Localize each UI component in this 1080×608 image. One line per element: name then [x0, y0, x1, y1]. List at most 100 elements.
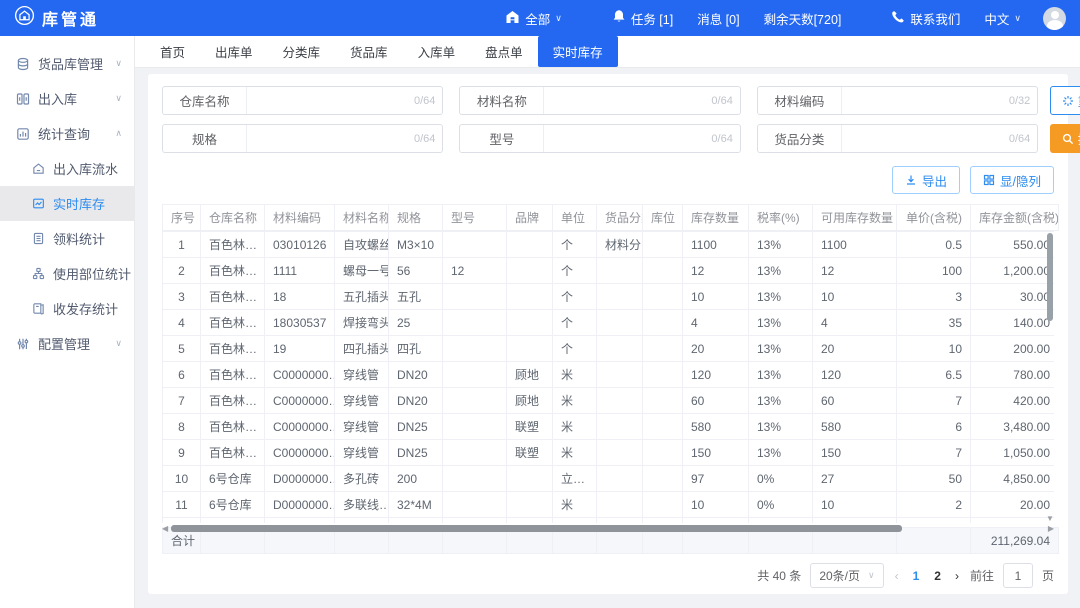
- sidebar-item-in-out[interactable]: 出入库 ∨: [0, 81, 134, 116]
- material-name-input[interactable]: [544, 87, 711, 114]
- reset-button[interactable]: 重置: [1050, 86, 1080, 115]
- table-cell: 百色林…: [201, 310, 265, 336]
- inventory-table-zone: 序号仓库名称材料编码材料名称规格型号品牌单位货品分类库位库存数量税率(%)可用库…: [162, 204, 1054, 523]
- table-cell: 27: [813, 466, 897, 492]
- contact-us-link[interactable]: 联系我们: [879, 9, 972, 28]
- scroll-left-arrow-icon[interactable]: ◀: [162, 524, 168, 533]
- sidebar-item-stats-query[interactable]: 统计查询 ∧: [0, 116, 134, 151]
- table-row[interactable]: 8百色林…C0000000…穿线管DN25联塑米58013%58063,480.…: [163, 414, 1055, 440]
- tab-category-store[interactable]: 分类库: [268, 36, 336, 67]
- sidebar-item-usage-location-stats[interactable]: 使用部位统计: [0, 256, 134, 291]
- sidebar: 货品库管理 ∨ 出入库 ∨ 统计查询 ∧ 出入库流水: [0, 36, 135, 608]
- avatar-body: [1047, 20, 1063, 30]
- vertical-scrollbar-thumb[interactable]: [1047, 233, 1053, 321]
- page-size-select[interactable]: 20条/页 ∨: [810, 563, 883, 588]
- table-cell: [643, 518, 683, 524]
- table-cell: 13%: [749, 336, 813, 362]
- sidebar-item-inout-flow[interactable]: 出入库流水: [0, 151, 134, 186]
- table-cell: 穿线管: [335, 440, 389, 466]
- horizontal-scrollbar-thumb[interactable]: [171, 525, 902, 532]
- column-header: 单价(含税): [897, 205, 971, 231]
- material-code-input[interactable]: [842, 87, 1009, 114]
- tab-stocktake-order[interactable]: 盘点单: [470, 36, 538, 67]
- table-row[interactable]: 116号仓库D0000000…多联线…32*4M米100%10220.00: [163, 492, 1055, 518]
- table-cell: 10: [163, 466, 201, 492]
- table-cell: 百色林…: [201, 258, 265, 284]
- page-number-2[interactable]: 2: [931, 569, 944, 583]
- user-avatar[interactable]: [1043, 7, 1066, 30]
- language-label: 中文: [984, 9, 1009, 28]
- logo-house-icon: [14, 5, 35, 31]
- table-cell: [597, 492, 643, 518]
- column-header: 单位: [553, 205, 597, 231]
- column-header: 税率(%): [749, 205, 813, 231]
- table-cell: 个: [553, 232, 597, 258]
- grid-icon: [983, 174, 995, 186]
- table-cell: 8: [163, 414, 201, 440]
- table-cell: C0000000…: [265, 362, 335, 388]
- field-model: 型号 0/64: [459, 124, 740, 153]
- table-cell: 50: [897, 466, 971, 492]
- table-row[interactable]: 3百色林…18五孔插头五孔个1013%10330.00: [163, 284, 1055, 310]
- table-cell: DN25: [389, 440, 443, 466]
- prev-page-button[interactable]: ‹: [893, 569, 901, 583]
- table-cell: C0000000…: [265, 440, 335, 466]
- warehouse-icon: [505, 10, 520, 27]
- table-row[interactable]: 2百色林…1111螺母一号5612个1213%121001,200.00: [163, 258, 1055, 284]
- table-cell: [643, 492, 683, 518]
- table-cell: 6号仓库: [201, 466, 265, 492]
- table-row[interactable]: 106号仓库D0000000…多孔砖200立…970%27504,850.00: [163, 466, 1055, 492]
- model-input[interactable]: [544, 125, 711, 152]
- tab-bar: 首页 出库单 分类库 货品库 入库单 盘点单 实时库存: [135, 36, 1080, 68]
- table-row[interactable]: 5百色林…19四孔插头四孔个2013%2010200.00: [163, 336, 1055, 362]
- show-hide-columns-button[interactable]: 显/隐列: [970, 166, 1054, 194]
- scroll-down-arrow-icon[interactable]: ▼: [1046, 514, 1054, 523]
- tasks-link[interactable]: 任务 [1]: [600, 9, 685, 28]
- table-cell: 12: [443, 258, 507, 284]
- table-cell: [683, 518, 749, 524]
- warehouse-name-input[interactable]: [247, 87, 414, 114]
- table-row[interactable]: 9百色林…C0000000…穿线管DN25联塑米15013%15071,050.…: [163, 440, 1055, 466]
- sidebar-item-realtime-stock[interactable]: 实时库存: [0, 186, 134, 221]
- tab-outbound-order[interactable]: 出库单: [200, 36, 268, 67]
- table-cell: 联塑: [507, 414, 553, 440]
- column-header: 型号: [443, 205, 507, 231]
- sidebar-item-material-stats[interactable]: 领料统计: [0, 221, 134, 256]
- scope-selector[interactable]: 全部 ∨: [493, 9, 574, 28]
- tab-home[interactable]: 首页: [145, 36, 200, 67]
- export-button[interactable]: 导出: [892, 166, 960, 194]
- goto-page-input[interactable]: [1003, 563, 1033, 588]
- table-row[interactable]: 4百色林…18030537焊接弯头25个413%435140.00: [163, 310, 1055, 336]
- table-cell: 五孔: [389, 284, 443, 310]
- table-row[interactable]: 7百色林…C0000000…穿线管DN20顾地米6013%607420.00: [163, 388, 1055, 414]
- table-cell: 12: [683, 258, 749, 284]
- page-number-1[interactable]: 1: [910, 569, 923, 583]
- tab-goods-store[interactable]: 货品库: [335, 36, 403, 67]
- scroll-right-arrow-icon[interactable]: ▶: [1048, 524, 1054, 533]
- tab-inbound-order[interactable]: 入库单: [403, 36, 471, 67]
- messages-link[interactable]: 消息 [0]: [685, 9, 751, 28]
- vertical-scrollbar[interactable]: ▼: [1046, 231, 1054, 523]
- language-selector[interactable]: 中文 ∨: [972, 9, 1033, 28]
- table-row-partial[interactable]: [163, 518, 1055, 524]
- table-cell: 32*4M: [389, 492, 443, 518]
- sidebar-item-goods-store[interactable]: 货品库管理 ∨: [0, 46, 134, 81]
- spec-input[interactable]: [247, 125, 414, 152]
- next-page-button[interactable]: ›: [953, 569, 961, 583]
- search-button[interactable]: 搜索: [1050, 124, 1080, 153]
- table-cell: 4: [163, 310, 201, 336]
- table-cell: 13%: [749, 414, 813, 440]
- realtime-stock-icon: [36, 202, 42, 205]
- goods-category-input[interactable]: [842, 125, 1009, 152]
- tab-realtime-stock[interactable]: 实时库存: [538, 36, 618, 67]
- pagination: 共 40 条 20条/页 ∨ ‹ 1 2 › 前往 页: [162, 563, 1054, 588]
- table-cell: [553, 518, 597, 524]
- sidebar-item-config[interactable]: 配置管理 ∨: [0, 326, 134, 361]
- table-row[interactable]: 6百色林…C0000000…穿线管DN20顾地米12013%1206.5780.…: [163, 362, 1055, 388]
- table-cell: 18: [265, 284, 335, 310]
- horizontal-scrollbar[interactable]: ◀ ▶: [162, 524, 1054, 525]
- app-logo[interactable]: 库管通: [14, 5, 99, 31]
- table-cell: 百色林…: [201, 232, 265, 258]
- table-row[interactable]: 1百色林…03010126自攻螺丝M3×10个材料分…110013%11000.…: [163, 232, 1055, 258]
- sidebar-item-receipt-dispatch-stats[interactable]: 收发存统计: [0, 291, 134, 326]
